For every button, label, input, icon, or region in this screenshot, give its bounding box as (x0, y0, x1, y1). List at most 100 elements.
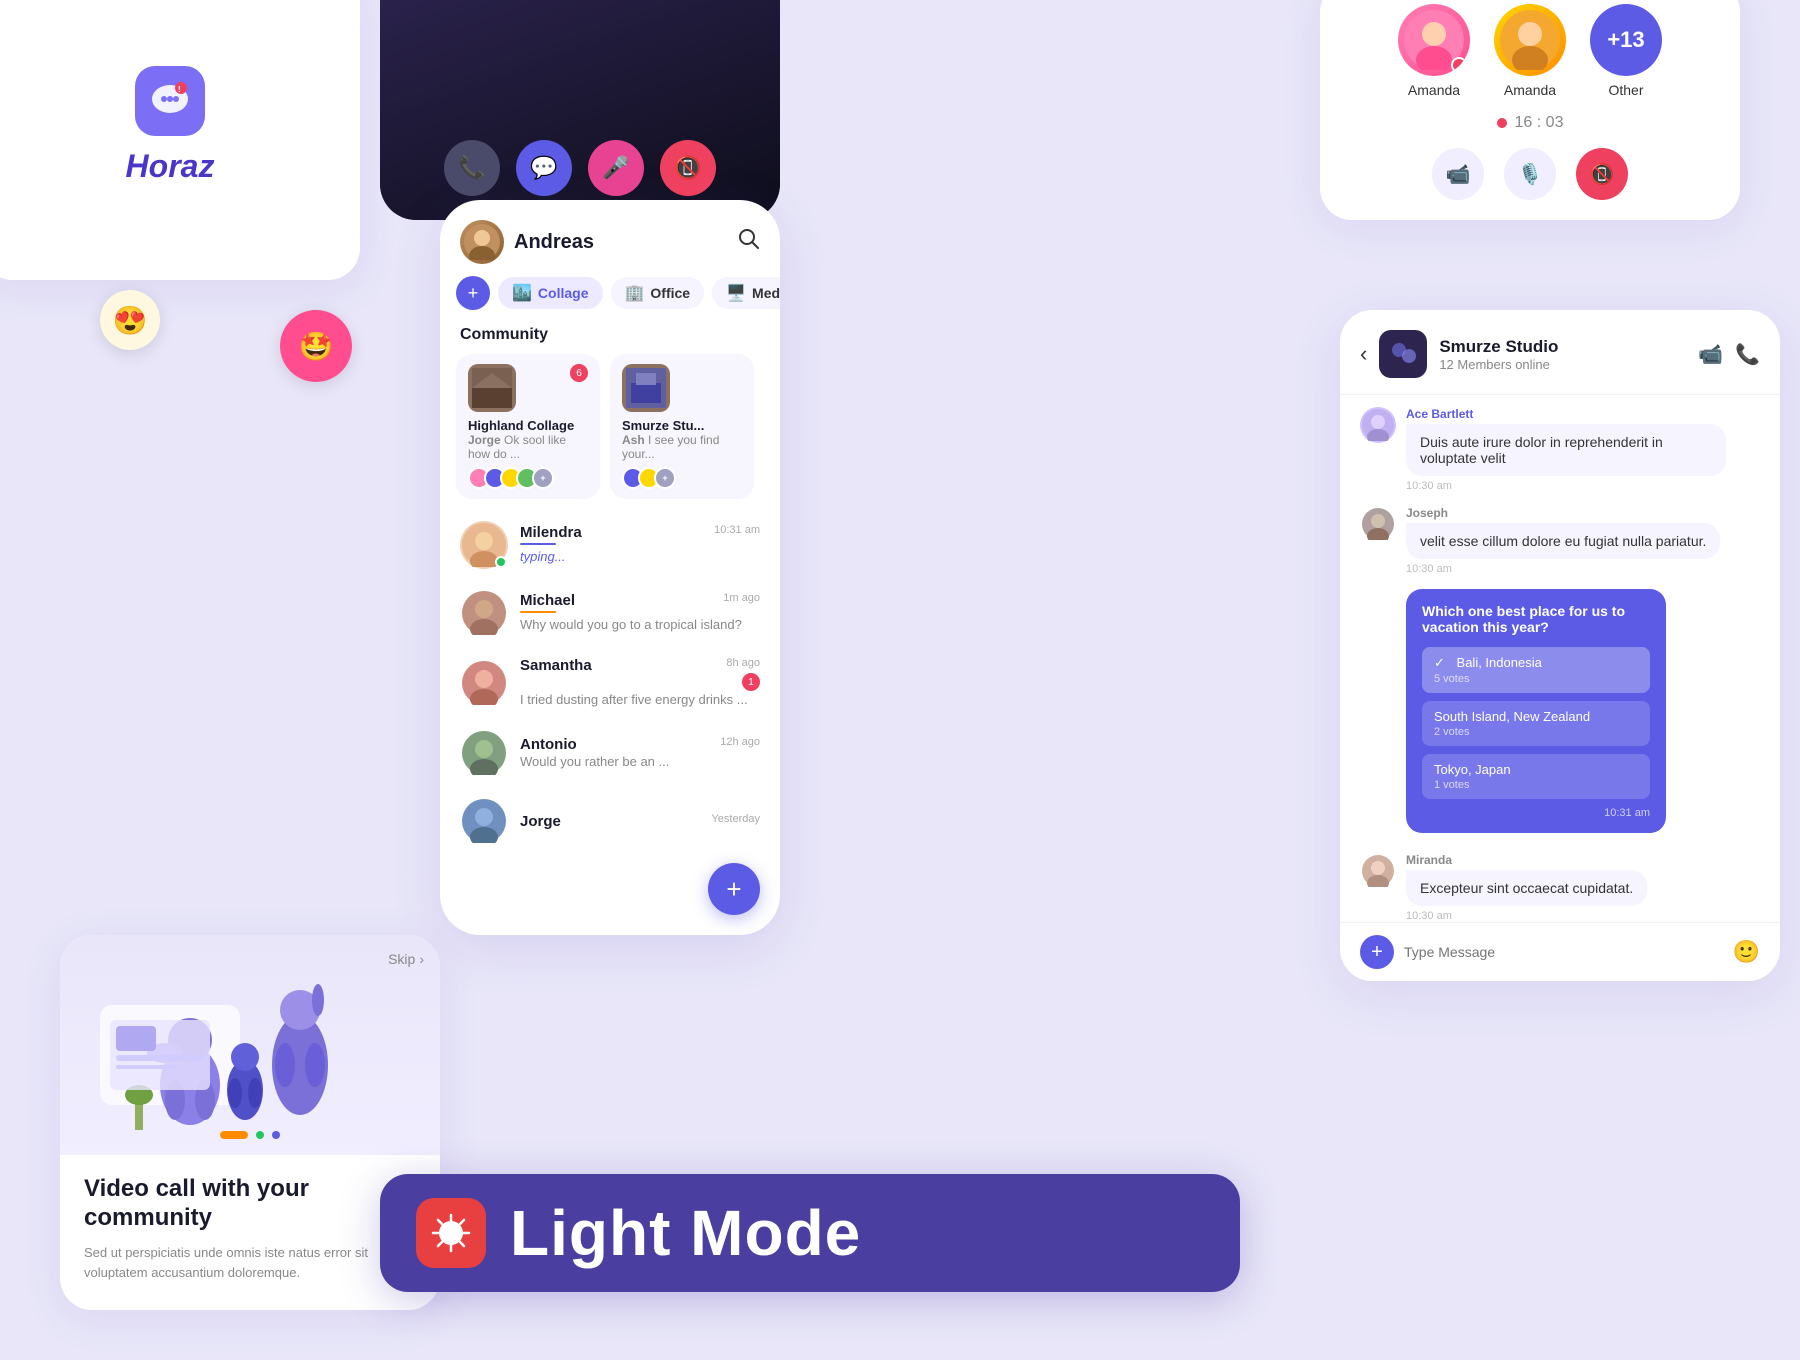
call-end-button[interactable]: 📵 (660, 140, 716, 196)
poll-option-nz[interactable]: South Island, New Zealand 2 votes (1422, 701, 1650, 746)
poll-check-icon: ✓ (1434, 655, 1445, 670)
community-item-highland[interactable]: 6 Highland Collage Jorge Ok sool like ho… (456, 354, 600, 499)
community-item-smurze[interactable]: Smurze Stu... Ash I see you find your...… (610, 354, 754, 499)
ci-name-jorge: Jorge (520, 813, 561, 830)
community-name-highland: Highland Collage (468, 418, 588, 433)
group-name: Smurze Studio (1439, 337, 1686, 357)
poll-votes-bali: 5 votes (1434, 673, 1638, 685)
input-add-button[interactable]: + (1360, 935, 1394, 969)
light-mode-icon (416, 1198, 486, 1268)
tab-collage[interactable]: 🏙️ Collage (498, 277, 603, 309)
ci-name-milendra: Milendra (520, 524, 582, 541)
promo-title: Video call with your community (84, 1175, 416, 1233)
ci-avatar-jorge (460, 797, 508, 845)
community-preview-highland: Jorge Ok sool like how do ... (468, 433, 588, 461)
ci-avatar-samantha (460, 659, 508, 707)
ci-content-samantha: Samantha 8h ago 1 I tried dusting after … (520, 657, 760, 709)
avatar-name-1: Amanda (1408, 82, 1460, 98)
video-controls: 📞 💬 🎤 📵 (444, 140, 716, 196)
video-call-card: 📞 💬 🎤 📵 (380, 0, 780, 220)
emoji-button[interactable]: 🙂 (1733, 939, 1760, 965)
poll-time: 10:31 am (1422, 807, 1650, 819)
msg-time-joseph: 10:30 am (1406, 563, 1720, 575)
message-input[interactable] (1404, 944, 1723, 960)
ci-content-antonio: Antonio 12h ago Would you rather be an .… (520, 736, 760, 771)
call-mic-bottom-button[interactable]: 🎙️ (1504, 148, 1556, 200)
poll-votes-nz: 2 votes (1434, 726, 1638, 738)
msg-bubble-joseph: velit esse cillum dolore eu fugiat nulla… (1406, 523, 1720, 559)
smurze-avatar-more: + (654, 467, 676, 489)
msg-sender-miranda: Miranda (1406, 853, 1647, 867)
call-phone-button[interactable]: 📞 (444, 140, 500, 196)
group-chat-actions: 📹 📞 (1698, 342, 1760, 367)
ci-content-michael: Michael 1m ago Why would you go to a tro… (520, 592, 760, 634)
ci-typing-milendra: typing... (520, 549, 566, 564)
call-video-button[interactable]: 📹 (1432, 148, 1484, 200)
ci-avatar-antonio (460, 729, 508, 777)
horaz-logo-icon: ! (135, 66, 205, 136)
chat-tabs: + 🏙️ Collage 🏢 Office 🖥️ Medi › (440, 276, 780, 322)
chat-item-jorge[interactable]: Jorge Yesterday (440, 787, 780, 855)
group-chat-header: ‹ Smurze Studio 12 Members online 📹 📞 (1340, 330, 1780, 395)
chat-list-card: Andreas + 🏙️ Collage 🏢 Office 🖥️ Medi › … (440, 200, 780, 935)
message-joseph: Joseph velit esse cillum dolore eu fugia… (1360, 506, 1760, 575)
mini-avatar-more: + (532, 467, 554, 489)
avatar-name-other: Other (1608, 82, 1643, 98)
group-members: 12 Members online (1439, 357, 1686, 372)
msg-avatar-miranda (1360, 853, 1396, 889)
chat-user-info: Andreas (460, 220, 594, 264)
community-preview-smurze: Ash I see you find your... (622, 433, 742, 461)
back-button[interactable]: ‹ (1360, 341, 1367, 367)
poll-option-tokyo[interactable]: Tokyo, Japan 1 votes (1422, 754, 1650, 799)
chat-username: Andreas (514, 231, 594, 254)
online-indicator-milendra (495, 556, 507, 568)
light-mode-label: Light Mode (510, 1196, 861, 1270)
msg-avatar-joseph (1360, 506, 1396, 542)
community-avatars-highland: + (468, 467, 588, 489)
svg-text:!: ! (178, 85, 181, 94)
ci-content-jorge: Jorge Yesterday (520, 813, 760, 830)
ci-name-samantha: Samantha (520, 657, 592, 674)
horaz-title: Horaz (126, 148, 215, 185)
skip-button[interactable]: Skip › (388, 951, 424, 967)
group-avatar (1379, 330, 1427, 378)
community-avatars-smurze: + (622, 467, 742, 489)
phone-call-button[interactable]: 📞 (1735, 342, 1760, 367)
fab-compose-button[interactable]: + (708, 863, 760, 915)
tab-add-button[interactable]: + (456, 276, 490, 310)
chat-item-milendra[interactable]: Milendra 10:31 am typing... (440, 511, 780, 579)
call-mic-button[interactable]: 🎤 (588, 140, 644, 196)
msg-bubble-miranda: Excepteur sint occaecat cupidatat. (1406, 870, 1647, 906)
poll-option-bali[interactable]: ✓ Bali, Indonesia 5 votes (1422, 647, 1650, 693)
call-message-button[interactable]: 💬 (516, 140, 572, 196)
msg-content-miranda: Miranda Excepteur sint occaecat cupidata… (1406, 853, 1647, 922)
promo-description: Sed ut perspiciatis unde omnis iste natu… (84, 1243, 416, 1282)
msg-content-ace: Ace Bartlett Duis aute irure dolor in re… (1406, 407, 1726, 492)
promo-illustration: Skip › (60, 935, 440, 1155)
emoji-love: 😍 (100, 290, 160, 350)
community-label: Community (440, 322, 780, 354)
chat-item-antonio[interactable]: Antonio 12h ago Would you rather be an .… (440, 719, 780, 787)
call-end-bottom-button[interactable]: 📵 (1576, 148, 1628, 200)
tab-media[interactable]: 🖥️ Medi (712, 277, 780, 309)
message-miranda: Miranda Excepteur sint occaecat cupidata… (1360, 853, 1760, 922)
ci-avatar-michael (460, 589, 508, 637)
msg-content-joseph: Joseph velit esse cillum dolore eu fugia… (1406, 506, 1720, 575)
community-name-smurze: Smurze Stu... (622, 418, 742, 433)
avatar-amanda-2: Amanda (1494, 4, 1566, 98)
chat-item-michael[interactable]: Michael 1m ago Why would you go to a tro… (440, 579, 780, 647)
chat-user-avatar (460, 220, 504, 264)
video-call-button[interactable]: 📹 (1698, 342, 1723, 367)
ci-msg-michael: Why would you go to a tropical island? (520, 617, 742, 632)
avatar-name-2: Amanda (1504, 82, 1556, 98)
message-ace-bartlett: Ace Bartlett Duis aute irure dolor in re… (1360, 407, 1760, 492)
ci-content-milendra: Milendra 10:31 am typing... (520, 524, 760, 566)
group-chat-input-bar: + 🙂 (1340, 922, 1780, 981)
message-miranda-wrap: Miranda Excepteur sint occaecat cupidata… (1340, 845, 1780, 922)
tab-office[interactable]: 🏢 Office (611, 277, 705, 309)
ci-time-antonio: 12h ago (720, 736, 760, 753)
search-icon[interactable] (738, 228, 760, 256)
msg-sender-joseph: Joseph (1406, 506, 1720, 520)
poll-bubble: Which one best place for us to vacation … (1406, 589, 1666, 833)
chat-item-samantha[interactable]: Samantha 8h ago 1 I tried dusting after … (440, 647, 780, 719)
